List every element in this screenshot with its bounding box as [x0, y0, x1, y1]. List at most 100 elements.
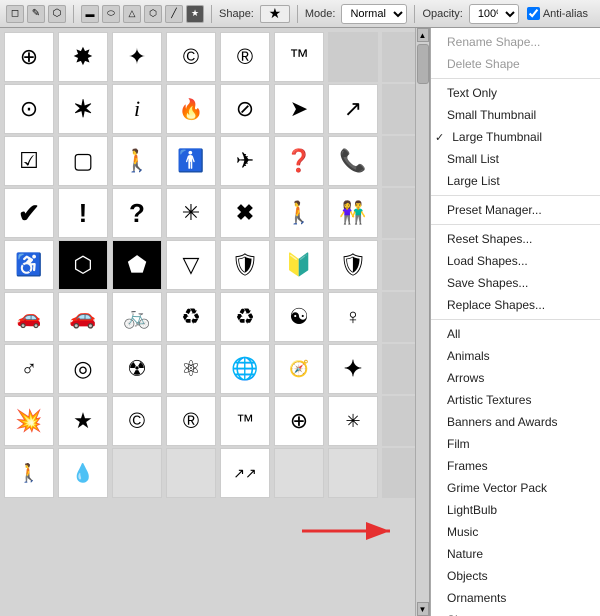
shape-cell[interactable]: i — [112, 84, 162, 134]
shape-cell[interactable]: ☢ — [112, 344, 162, 394]
shape-cell[interactable]: ◎ — [58, 344, 108, 394]
menu-item-animals[interactable]: Animals — [431, 345, 600, 367]
menu-item-grime-vector[interactable]: Grime Vector Pack — [431, 477, 600, 499]
menu-item-ornaments[interactable]: Ornaments — [431, 587, 600, 609]
shape-cell[interactable]: 🚶 — [112, 136, 162, 186]
shape-cell[interactable]: © — [166, 32, 216, 82]
menu-item-preset-manager[interactable]: Preset Manager... — [431, 199, 600, 221]
shape-cell[interactable]: ♻ — [166, 292, 216, 342]
shape-cell[interactable]: ✶ — [58, 84, 108, 134]
menu-item-save-shapes[interactable]: Save Shapes... — [431, 272, 600, 294]
shape-rect-icon[interactable]: ▬ — [81, 5, 99, 23]
menu-item-replace-shapes[interactable]: Replace Shapes... — [431, 294, 600, 316]
shape-cell[interactable]: ✳ — [166, 188, 216, 238]
shape-cell[interactable]: ® — [220, 32, 270, 82]
shape-cell[interactable]: ▢ — [58, 136, 108, 186]
menu-item-reset-shapes[interactable]: Reset Shapes... — [431, 228, 600, 250]
menu-item-rename-shape[interactable]: Rename Shape... — [431, 31, 600, 53]
shape-cell[interactable]: ⊘ — [220, 84, 270, 134]
shape-cell[interactable]: ? — [112, 188, 162, 238]
shape-cell[interactable]: ✦ — [112, 32, 162, 82]
scrollbar[interactable]: ▲ ▼ — [415, 28, 429, 616]
menu-item-small-thumbnail[interactable]: Small Thumbnail — [431, 104, 600, 126]
menu-item-music[interactable]: Music — [431, 521, 600, 543]
shape-cell[interactable]: ✈ — [220, 136, 270, 186]
shape-cell[interactable] — [274, 448, 324, 498]
menu-item-text-only[interactable]: Text Only — [431, 82, 600, 104]
menu-item-banners-awards[interactable]: Banners and Awards — [431, 411, 600, 433]
shape-ellipse-icon[interactable]: ⬭ — [102, 5, 120, 23]
shape-cell[interactable]: ▽ — [166, 240, 216, 290]
shape-cell[interactable]: 🚲 — [112, 292, 162, 342]
shape-cell[interactable]: ® — [166, 396, 216, 446]
shape-cell[interactable]: ⚛ — [166, 344, 216, 394]
shape-custom-icon[interactable]: ★ — [186, 5, 204, 23]
scrollbar-up-button[interactable]: ▲ — [417, 28, 429, 42]
shape-cell[interactable]: ✔ — [4, 188, 54, 238]
shape-cell[interactable]: 🛡 — [328, 240, 378, 290]
shape-cell[interactable]: ™ — [274, 32, 324, 82]
menu-item-arrows[interactable]: Arrows — [431, 367, 600, 389]
shape-preview[interactable]: ★ — [260, 5, 290, 23]
shape-cell[interactable]: ⊕ — [4, 32, 54, 82]
opacity-select[interactable]: 100% — [469, 4, 519, 24]
shape-cell[interactable]: ♿ — [4, 240, 54, 290]
shape-cell[interactable]: ☯ — [274, 292, 324, 342]
toolbar-tool-icon-1[interactable]: ◻ — [6, 5, 24, 23]
shape-cell[interactable]: 🚗 — [58, 292, 108, 342]
shape-cell[interactable]: ❓ — [274, 136, 324, 186]
anti-alias-checkbox[interactable] — [527, 7, 540, 20]
menu-item-frames[interactable]: Frames — [431, 455, 600, 477]
menu-item-load-shapes[interactable]: Load Shapes... — [431, 250, 600, 272]
shape-cell[interactable]: 🚶 — [274, 188, 324, 238]
toolbar-tool-icon-2[interactable]: ✎ — [27, 5, 45, 23]
menu-item-shapes[interactable]: Shapes — [431, 609, 600, 616]
mode-select[interactable]: Normal — [341, 4, 407, 24]
scrollbar-thumb[interactable] — [417, 44, 429, 84]
shape-cell[interactable]: ↗↗ — [220, 448, 270, 498]
shape-cell[interactable]: ☑ — [4, 136, 54, 186]
menu-item-large-list[interactable]: Large List — [431, 170, 600, 192]
menu-item-small-list[interactable]: Small List — [431, 148, 600, 170]
menu-item-film[interactable]: Film — [431, 433, 600, 455]
shape-cell[interactable]: ⊙ — [4, 84, 54, 134]
shape-cell[interactable]: 🚹 — [166, 136, 216, 186]
shape-cell[interactable]: 💥 — [4, 396, 54, 446]
shape-cell[interactable]: 🔰 — [274, 240, 324, 290]
shape-cell[interactable]: 🚶 — [4, 448, 54, 498]
shape-cell[interactable]: 👫 — [328, 188, 378, 238]
menu-item-large-thumbnail[interactable]: ✓ Large Thumbnail — [431, 126, 600, 148]
shape-cell[interactable]: 🌐 — [220, 344, 270, 394]
shape-cell[interactable]: ✸ — [58, 32, 108, 82]
shape-cell[interactable]: © — [112, 396, 162, 446]
shape-cell[interactable]: 🚗 — [4, 292, 54, 342]
shape-triangle-icon[interactable]: △ — [123, 5, 141, 23]
shape-cell[interactable] — [112, 448, 162, 498]
shape-cell[interactable]: 💧 — [58, 448, 108, 498]
menu-item-delete-shape[interactable]: Delete Shape — [431, 53, 600, 75]
menu-item-nature[interactable]: Nature — [431, 543, 600, 565]
shape-cell[interactable]: ♻ — [220, 292, 270, 342]
shape-cell[interactable]: ✖ — [220, 188, 270, 238]
shape-cell[interactable]: 🔥 — [166, 84, 216, 134]
shape-cell[interactable] — [328, 448, 378, 498]
shape-cell[interactable]: ! — [58, 188, 108, 238]
shape-cell[interactable]: ♂ — [4, 344, 54, 394]
shape-cell[interactable]: ✳ — [328, 396, 378, 446]
shape-cell[interactable]: ✦ — [328, 344, 378, 394]
anti-alias-label[interactable]: Anti-alias — [527, 7, 588, 20]
shape-cell[interactable]: ↗ — [328, 84, 378, 134]
shape-cell[interactable] — [328, 32, 378, 82]
shape-cell[interactable]: ⬡ — [58, 240, 108, 290]
scrollbar-down-button[interactable]: ▼ — [417, 602, 429, 616]
toolbar-tool-icon-3[interactable]: ⬡ — [48, 5, 66, 23]
shape-line-icon[interactable]: ╱ — [165, 5, 183, 23]
shape-cell[interactable]: 🧭 — [274, 344, 324, 394]
shape-cell[interactable]: ➤ — [274, 84, 324, 134]
shape-cell[interactable]: ⊕ — [274, 396, 324, 446]
menu-item-all[interactable]: All — [431, 323, 600, 345]
shape-cell[interactable]: 📞 — [328, 136, 378, 186]
menu-item-artistic-textures[interactable]: Artistic Textures — [431, 389, 600, 411]
shape-cell[interactable]: ™ — [220, 396, 270, 446]
shape-poly-icon[interactable]: ⬡ — [144, 5, 162, 23]
